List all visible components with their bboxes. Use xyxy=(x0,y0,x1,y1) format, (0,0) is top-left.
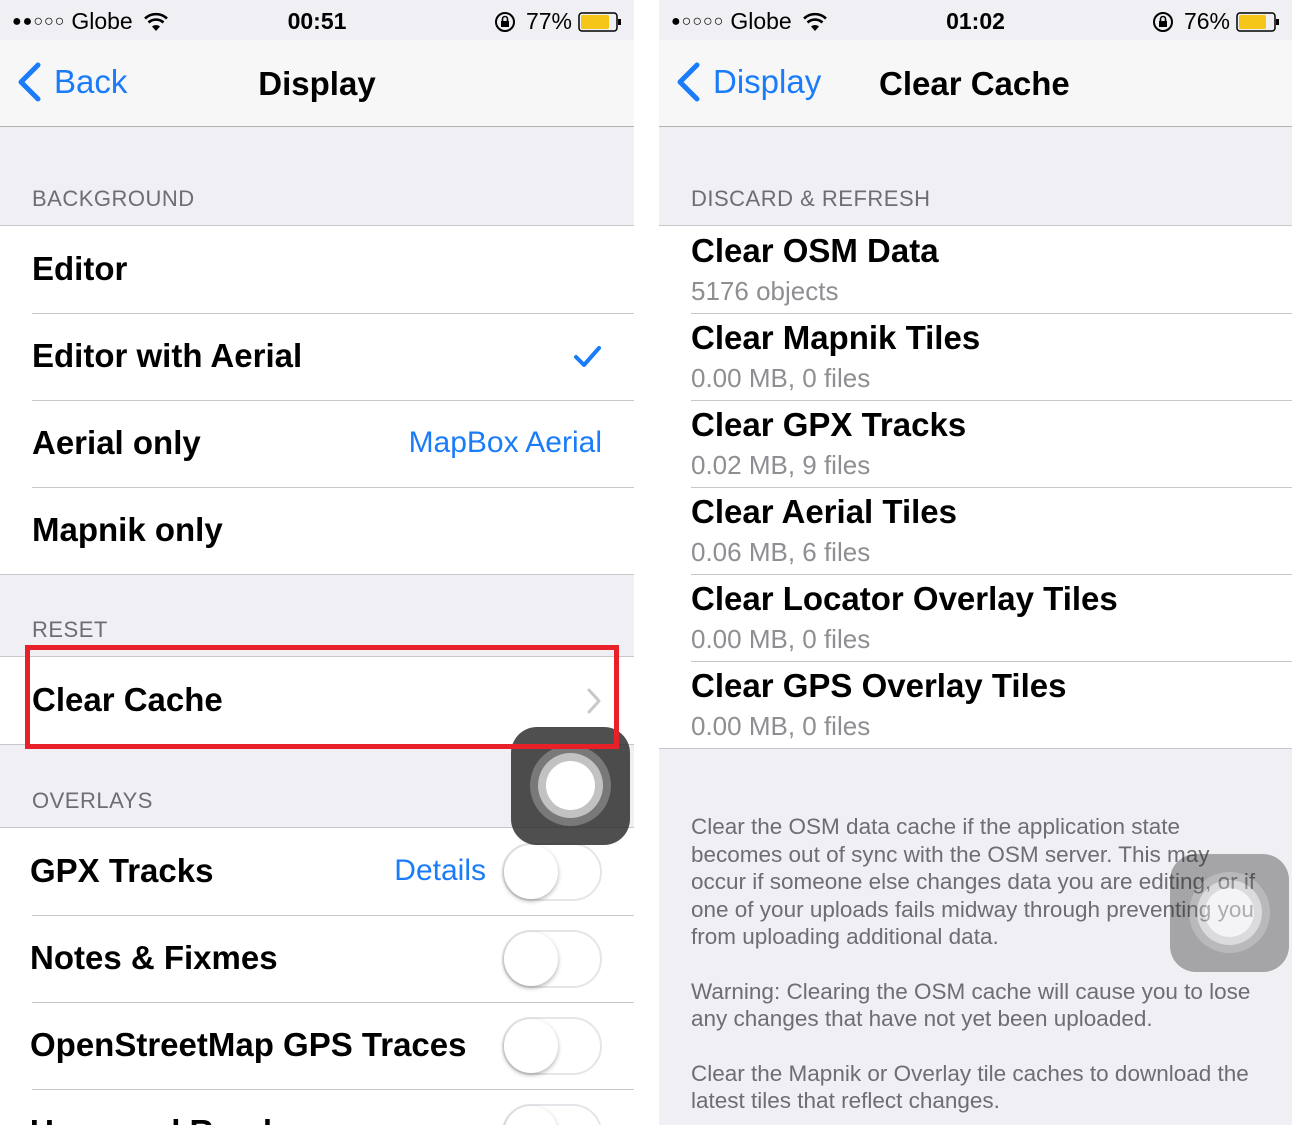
clear-gps-overlay-tiles-row[interactable]: Clear GPS Overlay Tiles 0.00 MB, 0 files xyxy=(659,661,1292,748)
row-title: Clear OSM Data xyxy=(691,232,939,269)
row-title: Clear Mapnik Tiles xyxy=(691,319,981,356)
option-mapnik-only[interactable]: Mapnik only xyxy=(0,487,634,574)
osm-gps-traces-toggle[interactable] xyxy=(502,1017,602,1075)
battery-icon xyxy=(578,11,621,32)
assistive-touch-icon xyxy=(546,761,595,810)
unnamed-roads-toggle[interactable] xyxy=(502,1104,602,1125)
section-header-reset: RESET xyxy=(32,617,108,642)
overlay-unnamed-roads: Unnamed Roads xyxy=(0,1089,634,1125)
clear-cache-highlight xyxy=(25,645,619,749)
discard-refresh-group: Clear OSM Data 5176 objects Clear Mapnik… xyxy=(659,225,1292,749)
row-title: Clear Locator Overlay Tiles xyxy=(691,580,1118,617)
page-title: Clear Cache xyxy=(879,65,1070,102)
assistive-touch-button[interactable] xyxy=(1170,854,1289,972)
status-bar: ●●○○○ Globe 00:51 77% xyxy=(0,0,634,40)
clear-cache-screen: ●○○○○ Globe 01:02 76% Display Clear Cach… xyxy=(659,0,1292,1125)
section-header-discard-refresh: DISCARD & REFRESH xyxy=(691,186,931,211)
overlay-label: GPX Tracks xyxy=(30,852,214,889)
clear-osm-data-row[interactable]: Clear OSM Data 5176 objects xyxy=(659,226,1292,313)
row-subtitle: 0.00 MB, 0 files xyxy=(691,363,871,393)
notes-fixmes-toggle[interactable] xyxy=(502,930,602,988)
rotation-lock-icon xyxy=(1152,11,1173,32)
status-bar: ●○○○○ Globe 01:02 76% xyxy=(659,0,1292,40)
chevron-left-icon xyxy=(677,62,700,102)
back-label: Display xyxy=(713,63,822,100)
background-options-group: Editor Editor with Aerial Aerial only Ma… xyxy=(0,225,634,575)
rotation-lock-icon xyxy=(494,11,515,32)
overlays-group: GPX Tracks Details Notes & Fixmes OpenSt… xyxy=(0,827,634,1125)
overlay-label: Notes & Fixmes xyxy=(30,939,278,976)
row-subtitle: 0.00 MB, 0 files xyxy=(691,711,871,741)
option-label: Mapnik only xyxy=(32,511,223,548)
gpx-tracks-toggle[interactable] xyxy=(502,843,602,901)
toggle-knob xyxy=(504,1019,558,1073)
battery-percent: 76% xyxy=(1183,8,1230,34)
option-label: Editor with Aerial xyxy=(32,337,303,374)
option-label: Editor xyxy=(32,250,128,287)
section-header-overlays: OVERLAYS xyxy=(32,788,153,813)
overlay-osm-gps-traces: OpenStreetMap GPS Traces xyxy=(0,1002,634,1089)
overlay-label: OpenStreetMap GPS Traces xyxy=(30,1026,467,1063)
assistive-touch-icon xyxy=(1205,888,1254,937)
footer-paragraph-tiles: Clear the Mapnik or Overlay tile caches … xyxy=(691,1060,1249,1114)
overlay-label: Unnamed Roads xyxy=(30,1113,290,1125)
footer-notes: Clear the OSM data cache if the applicat… xyxy=(691,813,1262,1125)
overlay-notes-fixmes: Notes & Fixmes xyxy=(0,915,634,1002)
option-label: Aerial only xyxy=(32,424,201,461)
clear-mapnik-tiles-row[interactable]: Clear Mapnik Tiles 0.00 MB, 0 files xyxy=(659,313,1292,400)
display-screen: ●●○○○ Globe 00:51 77% Back Display BACKG… xyxy=(0,0,634,1125)
section-header-background: BACKGROUND xyxy=(32,186,195,211)
option-editor[interactable]: Editor xyxy=(0,226,634,313)
option-editor-with-aerial[interactable]: Editor with Aerial xyxy=(0,313,634,400)
clear-aerial-tiles-row[interactable]: Clear Aerial Tiles 0.06 MB, 6 files xyxy=(659,487,1292,574)
back-button[interactable]: Display xyxy=(675,62,821,102)
row-subtitle: 0.00 MB, 0 files xyxy=(691,624,871,654)
clear-locator-overlay-tiles-row[interactable]: Clear Locator Overlay Tiles 0.00 MB, 0 f… xyxy=(659,574,1292,661)
row-title: Clear GPS Overlay Tiles xyxy=(691,667,1067,704)
page-title: Display xyxy=(258,65,376,102)
battery-percent: 77% xyxy=(525,8,572,34)
navigation-bar: Back Display xyxy=(0,40,634,127)
toggle-knob xyxy=(504,932,558,986)
row-title: Clear GPX Tracks xyxy=(691,406,967,443)
navigation-bar: Display Clear Cache xyxy=(659,40,1292,127)
aerial-source-link[interactable]: MapBox Aerial xyxy=(409,426,602,460)
checkmark-icon xyxy=(574,346,601,367)
clear-gpx-tracks-row[interactable]: Clear GPX Tracks 0.02 MB, 9 files xyxy=(659,400,1292,487)
option-aerial-only[interactable]: Aerial only MapBox Aerial xyxy=(0,400,634,487)
row-subtitle: 0.06 MB, 6 files xyxy=(691,537,871,567)
toggle-knob xyxy=(504,1106,558,1125)
footer-paragraph-warning: Warning: Clearing the OSM cache will cau… xyxy=(691,978,1251,1032)
row-title: Clear Aerial Tiles xyxy=(691,493,957,530)
row-subtitle: 5176 objects xyxy=(691,276,839,306)
row-subtitle: 0.02 MB, 9 files xyxy=(691,450,871,480)
battery-icon xyxy=(1236,11,1279,32)
toggle-knob xyxy=(504,845,558,899)
gpx-details-button[interactable]: Details xyxy=(394,854,486,888)
